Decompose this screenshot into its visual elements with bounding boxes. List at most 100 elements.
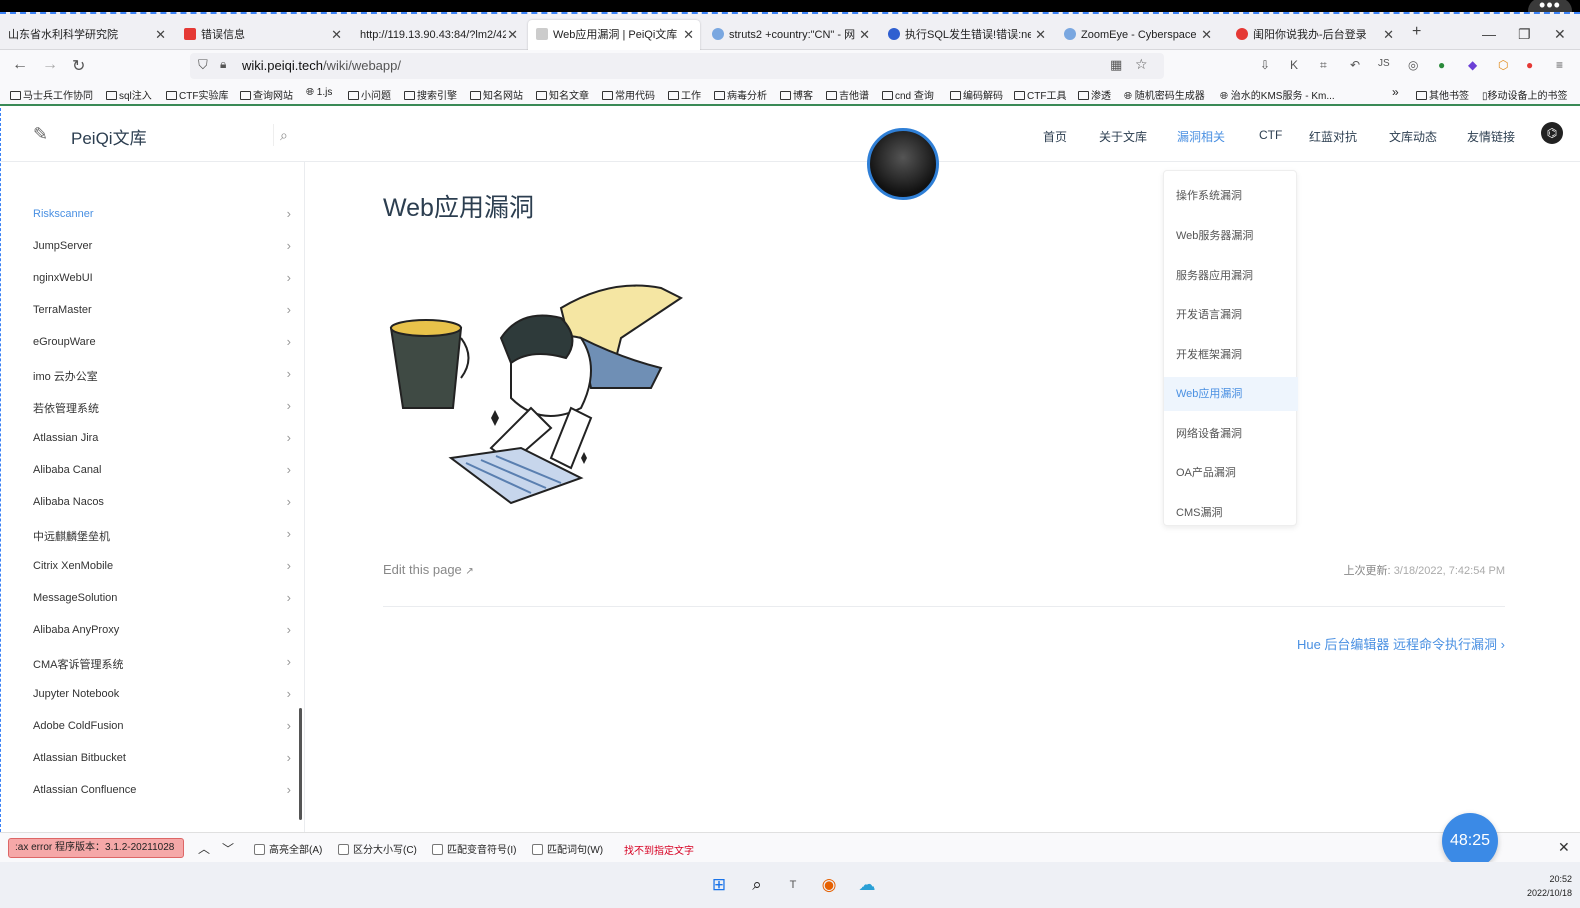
nav-red-blue[interactable]: 红蓝对抗 <box>1309 128 1357 145</box>
bookmark-item[interactable]: 搜索引擎 <box>404 87 457 102</box>
menu-icon[interactable]: ≡ <box>1556 58 1563 72</box>
windows-start-icon[interactable]: ⊞ <box>708 874 730 896</box>
cloud-app-icon[interactable]: ☁ <box>856 874 878 896</box>
firefox-icon[interactable]: ◉ <box>818 874 840 896</box>
dropdown-item[interactable]: Web应用漏洞 <box>1164 377 1298 411</box>
tab-backend-login[interactable]: 闺阳你说我办-后台登录 ✕ <box>1228 20 1400 50</box>
sidebar-item[interactable]: Riskscanner › <box>33 206 291 221</box>
k-extension-icon[interactable]: K <box>1290 58 1298 72</box>
find-next-button[interactable]: ﹀ <box>222 840 234 857</box>
tab-error-info[interactable]: 错误信息 ✕ <box>176 20 348 50</box>
tab-struts2[interactable]: struts2 +country:"CN" - 网 ✕ <box>704 20 876 50</box>
bookmark-item[interactable]: cnd 查询 <box>882 87 934 102</box>
tab-zoomeye[interactable]: ZoomEye - Cyberspace Sea ✕ <box>1056 20 1218 50</box>
bookmark-item[interactable]: 查询网站 <box>240 87 293 102</box>
dropdown-item[interactable]: 操作系统漏洞 <box>1164 179 1298 213</box>
bookmark-item[interactable]: CTF实验库 <box>166 87 228 102</box>
sidebar-item[interactable]: eGroupWare › <box>33 334 291 349</box>
dropdown-item[interactable]: Web服务器漏洞 <box>1164 219 1298 253</box>
sidebar-item[interactable]: Adobe ColdFusion › <box>33 718 291 733</box>
bookmark-item[interactable]: 🌐︎ 随机密码生成器 <box>1124 87 1205 102</box>
dropdown-item[interactable]: OA产品漏洞 <box>1164 456 1298 490</box>
js-extension-icon[interactable]: JS <box>1378 58 1390 69</box>
address-bar[interactable]: ⛉ 🔒︎ wiki.peiqi.tech/wiki/webapp/ ▦ ☆ <box>190 53 1164 79</box>
search-icon[interactable]: ⌕ <box>273 124 288 146</box>
bookmark-item[interactable]: CTF工具 <box>1014 87 1066 102</box>
bookmark-item[interactable]: 马士兵工作协同 <box>10 87 93 102</box>
bookmark-item[interactable]: sql注入 <box>106 87 152 102</box>
red-extension-icon[interactable]: ● <box>1526 58 1533 72</box>
sidebar-item[interactable]: 若依管理系统 › <box>33 398 291 416</box>
nav-vulnerabilities[interactable]: 漏洞相关 <box>1177 128 1225 145</box>
github-icon[interactable]: ⌬ <box>1541 122 1563 144</box>
nav-news[interactable]: 文库动态 <box>1389 128 1437 145</box>
sidebar-item[interactable]: imo 云办公室 › <box>33 366 291 384</box>
text-app-icon[interactable]: T <box>782 874 804 896</box>
green-extension-icon[interactable]: ● <box>1438 58 1445 72</box>
purple-extension-icon[interactable]: ◆ <box>1468 58 1477 72</box>
close-icon[interactable]: ✕ <box>155 20 166 50</box>
proxy-extension-icon[interactable]: ◎ <box>1408 58 1418 72</box>
checkbox[interactable] <box>338 844 349 855</box>
bookmark-item[interactable]: 病毒分析 <box>714 87 767 102</box>
nav-links[interactable]: 友情链接 <box>1467 128 1515 145</box>
system-clock[interactable]: 20:52 2022/10/18 <box>1527 872 1572 900</box>
site-title[interactable]: PeiQi文库 <box>71 124 147 149</box>
tab-sql-error[interactable]: 执行SQL发生错误!错误:near ✕ <box>880 20 1052 50</box>
window-close-button[interactable]: ✕ <box>1554 26 1566 43</box>
bookmark-item[interactable]: 工作 <box>668 87 701 102</box>
close-icon[interactable]: ✕ <box>1035 20 1046 50</box>
checkbox[interactable] <box>432 844 443 855</box>
orange-extension-icon[interactable]: ⬡ <box>1498 58 1508 72</box>
recording-timer[interactable]: 48:25 <box>1442 813 1498 869</box>
close-icon[interactable]: ✕ <box>1383 20 1394 50</box>
bookmark-item[interactable]: 常用代码 <box>602 87 655 102</box>
sidebar-item[interactable]: Alibaba Nacos › <box>33 494 291 509</box>
sidebar-item[interactable]: Atlassian Bitbucket › <box>33 750 291 765</box>
bookmark-item[interactable]: 🌐︎ 1.js <box>306 87 332 98</box>
tab-shandong[interactable]: 山东省水利科学研究院 ✕ <box>0 20 172 50</box>
whole-words-option[interactable]: 匹配词句(W) <box>532 841 603 856</box>
sidebar-item[interactable]: TerraMaster › <box>33 302 291 317</box>
dropdown-item[interactable]: 开发语言漏洞 <box>1164 298 1298 332</box>
peiqi-logo-icon[interactable]: ✎ <box>33 124 59 144</box>
bookmark-item[interactable]: 知名网站 <box>470 87 523 102</box>
checkbox[interactable] <box>254 844 265 855</box>
restore-button[interactable]: ❐ <box>1518 26 1531 43</box>
match-diacritics-option[interactable]: 匹配变音符号(I) <box>432 841 516 856</box>
sidebar-item[interactable]: JumpServer › <box>33 238 291 253</box>
qr-code-icon[interactable]: ▦ <box>1110 57 1122 73</box>
bookmark-item[interactable]: 吉他谱 <box>826 87 869 102</box>
find-input[interactable]: :ax error 程序版本：3.1.2-20211028 <box>8 838 184 858</box>
new-tab-button[interactable]: + <box>1412 23 1421 41</box>
crop-extension-icon[interactable]: ⌗ <box>1320 58 1327 73</box>
sidebar-item[interactable]: Alibaba Canal › <box>33 462 291 477</box>
sidebar-item[interactable]: Jupyter Notebook › <box>33 686 291 701</box>
sidebar-item[interactable]: MessageSolution › <box>33 590 291 605</box>
bookmark-item[interactable]: 知名文章 <box>536 87 589 102</box>
tab-ip-address[interactable]: http://119.13.90.43:84/?lm2/42 ✕ <box>352 20 524 50</box>
nav-ctf[interactable]: CTF <box>1259 128 1282 142</box>
url-text[interactable]: wiki.peiqi.tech/wiki/webapp/ <box>242 58 401 73</box>
close-icon[interactable]: ✕ <box>859 20 870 50</box>
close-icon[interactable]: ✕ <box>331 20 342 50</box>
bookmark-item[interactable]: 博客 <box>780 87 813 102</box>
dropdown-item[interactable]: 服务器应用漏洞 <box>1164 259 1298 293</box>
sidebar-item[interactable]: Citrix XenMobile › <box>33 558 291 573</box>
close-icon[interactable]: ✕ <box>507 20 518 50</box>
sidebar-item[interactable]: 中远麒麟堡垒机 › <box>33 526 291 544</box>
sidebar-item[interactable]: Alibaba AnyProxy › <box>33 622 291 637</box>
bookmark-item[interactable]: 编码解码 <box>950 87 1003 102</box>
next-page-link[interactable]: Hue 后台编辑器 远程命令执行漏洞 › <box>1201 634 1505 653</box>
find-previous-button[interactable]: ︿ <box>198 840 210 857</box>
match-case-option[interactable]: 区分大小写(C) <box>338 841 417 856</box>
search-icon[interactable]: ⌕ <box>746 874 768 896</box>
forward-button[interactable]: → <box>42 56 58 74</box>
dropdown-item[interactable]: 网络设备漏洞 <box>1164 417 1298 451</box>
reload-button[interactable]: ↻ <box>72 56 85 76</box>
back-button[interactable]: ← <box>12 56 28 74</box>
close-icon[interactable]: ✕ <box>1201 20 1212 50</box>
undo-extension-icon[interactable]: ↶ <box>1350 58 1360 72</box>
sidebar-item[interactable]: nginxWebUI › <box>33 270 291 285</box>
dropdown-item[interactable]: 开发框架漏洞 <box>1164 338 1298 372</box>
